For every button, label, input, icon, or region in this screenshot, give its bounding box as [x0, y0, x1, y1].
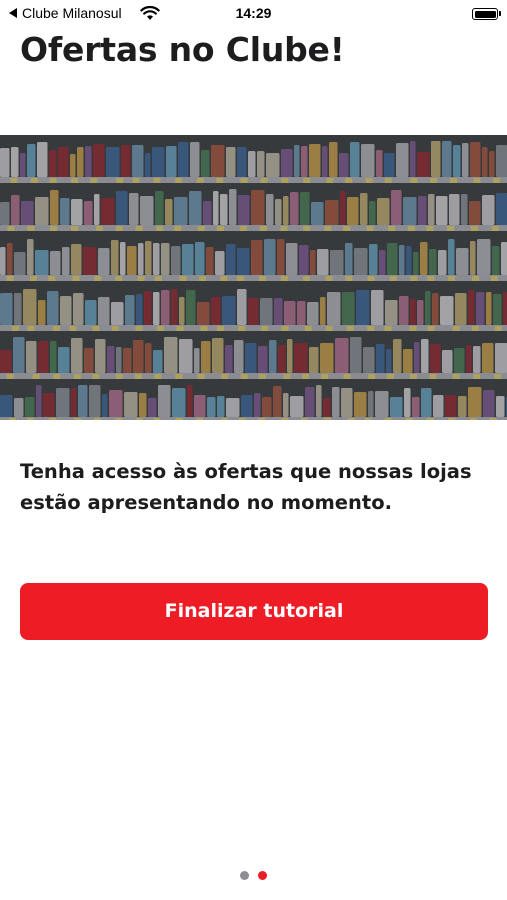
description-line-2: estão apresentando no momento.: [20, 491, 393, 514]
status-bar: Clube Milanosul 14:29: [0, 0, 507, 28]
battery-icon: [472, 8, 498, 20]
finish-tutorial-button[interactable]: Finalizar tutorial: [20, 583, 488, 640]
page-indicator: [240, 871, 270, 881]
tutorial-description: Tenha acesso às ofertas que nossas lojas…: [20, 456, 490, 518]
status-clock: 14:29: [235, 5, 272, 21]
page-title: Ofertas no Clube!: [20, 30, 345, 69]
page-dot-1[interactable]: [240, 871, 249, 880]
hero-image: [0, 135, 507, 420]
battery-nub: [499, 11, 501, 16]
page-dot-2-active[interactable]: [258, 871, 267, 880]
description-line-1: Tenha acesso às ofertas que nossas lojas: [20, 460, 472, 483]
